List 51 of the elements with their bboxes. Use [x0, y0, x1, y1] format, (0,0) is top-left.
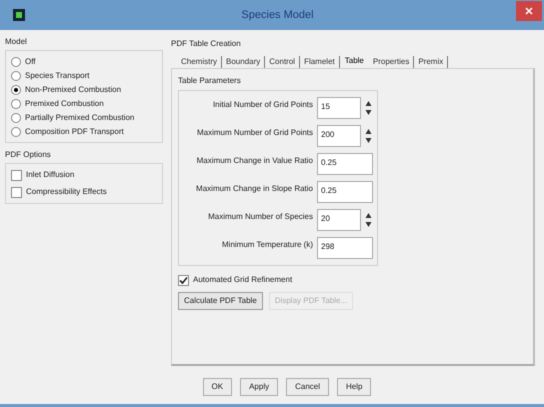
radio-button[interactable] — [11, 70, 21, 80]
input-field[interactable]: 0.25 — [317, 181, 373, 203]
field-label: Maximum Number of Species — [208, 211, 313, 223]
radio-label: Premixed Combustion — [25, 98, 104, 110]
checkbox-label: Compressibility Effects — [26, 186, 107, 198]
spinner-arrows-icon[interactable] — [365, 99, 372, 117]
close-button[interactable] — [516, 1, 542, 21]
field-label: Maximum Number of Grid Points — [196, 127, 313, 139]
dialog-button[interactable]: OK — [202, 378, 232, 396]
field-label: Maximum Change in Slope Ratio — [196, 183, 313, 195]
field-label: Maximum Change in Value Ratio — [196, 155, 313, 167]
tab[interactable]: Boundary — [222, 56, 266, 68]
dialog-button[interactable]: Apply — [240, 378, 278, 396]
app-icon — [13, 9, 25, 21]
group-title: PDF Options — [5, 149, 52, 161]
input-field[interactable]: 20 — [317, 209, 361, 231]
checkbox-label: Automated Grid Refinement — [193, 274, 292, 286]
close-icon[interactable] — [525, 7, 533, 15]
radio-button[interactable] — [11, 98, 21, 108]
radio-label: Partially Premixed Combustion — [25, 112, 134, 124]
dialog-button[interactable]: Cancel — [286, 378, 330, 396]
input-field[interactable]: 15 — [317, 97, 361, 119]
field-label: Initial Number of Grid Points — [212, 99, 313, 111]
radio-label: Composition PDF Transport — [25, 126, 124, 138]
spinner-arrows-icon[interactable] — [365, 127, 372, 145]
action-button[interactable]: Calculate PDF Table — [178, 292, 263, 310]
radio-label: Species Transport — [25, 70, 90, 82]
tab[interactable]: Properties — [368, 56, 414, 68]
radio-label: Non-Premixed Combustion — [25, 84, 122, 96]
section-title: PDF Table Creation — [171, 38, 242, 50]
radio-button[interactable] — [11, 84, 21, 94]
checkbox-label: Inlet Diffusion — [26, 169, 74, 181]
dialog-button[interactable]: Help — [337, 378, 372, 396]
tab[interactable]: Chemistry — [177, 56, 222, 68]
radio-button[interactable] — [11, 56, 21, 66]
field-label: Minimum Temperature (k) — [222, 239, 313, 251]
tab[interactable]: Premix — [414, 56, 448, 68]
checkbox[interactable] — [11, 186, 22, 198]
window-title: Species Model — [241, 8, 314, 23]
group-title: Model — [5, 36, 28, 48]
checkbox[interactable] — [11, 170, 22, 180]
radio-button[interactable] — [11, 112, 21, 122]
group-title: Table Parameters — [178, 75, 242, 87]
input-field[interactable]: 298 — [317, 237, 373, 259]
checkbox[interactable] — [178, 274, 189, 286]
spinner-arrows-icon[interactable] — [365, 211, 372, 229]
tab[interactable]: Control — [265, 56, 300, 68]
radio-button[interactable] — [11, 126, 21, 136]
input-field[interactable]: 0.25 — [317, 153, 373, 175]
radio-label: Off — [25, 56, 36, 68]
input-field[interactable]: 200 — [317, 125, 361, 147]
